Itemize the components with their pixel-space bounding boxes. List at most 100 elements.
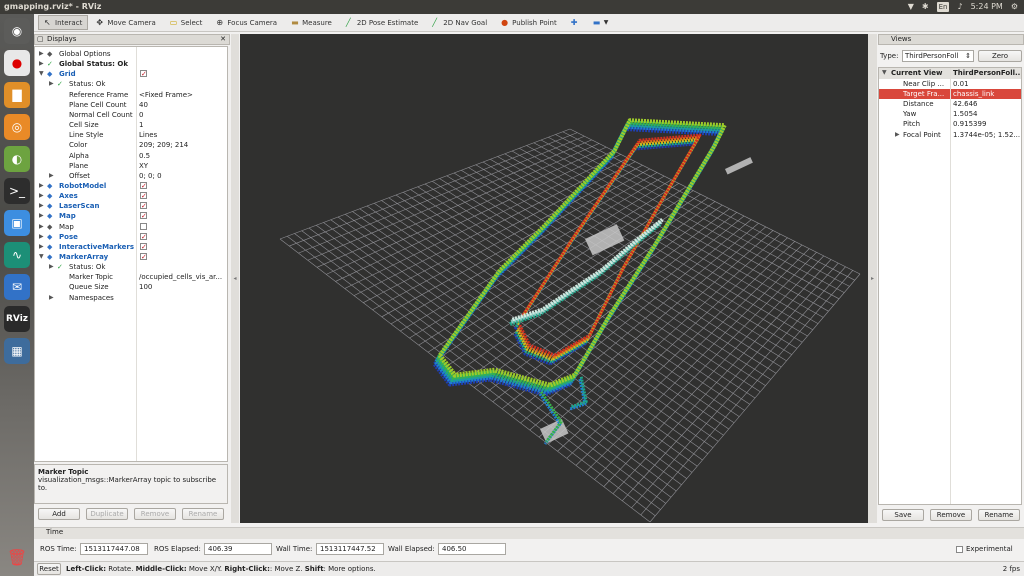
view-property-value[interactable]: 0.01 [953, 79, 969, 89]
system-monitor-icon[interactable]: ∿ [4, 242, 30, 268]
display-row-value[interactable]: 209; 209; 214 [139, 140, 188, 150]
views-tree[interactable]: ▼ Current View ThirdPersonFoll... Near Clip… [878, 67, 1022, 505]
display-row-value[interactable]: /occupied_cells_vis_ar... [139, 272, 222, 282]
expand-right-icon[interactable]: ▶ [895, 130, 900, 140]
view-property-value[interactable]: 1.5054 [953, 109, 978, 119]
duplicate-display-button[interactable]: Duplicate [86, 508, 128, 520]
float-icon[interactable]: ▢ [37, 35, 44, 44]
expand-right-icon[interactable]: ▶ [49, 79, 54, 89]
enable-checkbox[interactable]: ✓ [140, 253, 147, 261]
display-row[interactable]: ▶ ◆ RobotModel ✓ [35, 181, 227, 191]
expand-right-icon[interactable]: ▶ [39, 191, 44, 201]
display-row[interactable]: ▶ Offset 0; 0; 0 [35, 171, 227, 181]
expand-right-icon[interactable]: ▶ [39, 211, 44, 221]
camera-icon[interactable]: ◎ [4, 114, 30, 140]
display-row[interactable]: ▼ ◆ Grid ✓ [35, 69, 227, 79]
expand-down-icon[interactable]: ▼ [39, 69, 44, 79]
display-row[interactable]: Color 209; 209; 214 [35, 140, 227, 150]
power-icon[interactable]: ⚙ [1011, 0, 1018, 14]
ros-time-field[interactable]: 1513117447.08 [80, 543, 148, 555]
app-icon[interactable]: ▦ [4, 338, 30, 364]
display-row-value[interactable]: 0.5 [139, 151, 150, 161]
display-row[interactable]: ▶ ◆ Map [35, 222, 227, 232]
display-row[interactable]: ▶ ◆ Axes ✓ [35, 191, 227, 201]
display-row[interactable]: ▶ ✓ Global Status: Ok [35, 59, 227, 69]
tool-publish-point[interactable]: ● Publish Point [495, 15, 563, 30]
tool-select[interactable]: ▭ Select [164, 15, 209, 30]
experimental-checkbox[interactable] [956, 546, 963, 553]
tool-move-camera[interactable]: ✥ Move Camera [90, 15, 161, 30]
display-row-value[interactable]: 0; 0; 0 [139, 171, 162, 181]
display-row[interactable]: Marker Topic/occupied_cells_vis_ar... [35, 272, 227, 282]
display-row[interactable]: ▶ Namespaces [35, 293, 227, 303]
expand-right-icon[interactable]: ▶ [49, 171, 54, 181]
display-row[interactable]: ▶ ✓ Status: Ok [35, 262, 227, 272]
settings-toggle-icon[interactable]: ◐ [4, 146, 30, 172]
trash-icon[interactable]: 🗑 [4, 544, 30, 570]
display-row[interactable]: ▶ ◆ InteractiveMarkers ✓ [35, 242, 227, 252]
display-row-value[interactable]: <Fixed Frame> [139, 90, 193, 100]
enable-checkbox[interactable] [140, 222, 147, 230]
expand-right-icon[interactable]: ▶ [39, 49, 44, 59]
clock[interactable]: 5:24 PM [971, 0, 1003, 14]
display-row[interactable]: ▶ ◆ Map ✓ [35, 211, 227, 221]
display-row[interactable]: Line Style Lines [35, 130, 227, 140]
display-row[interactable]: Queue Size 100 [35, 282, 227, 292]
wall-elapsed-field[interactable]: 406.50 [438, 543, 506, 555]
view-property-value[interactable]: 1.3744e-05; 1.52... [953, 130, 1020, 140]
tool-2d-nav-goal[interactable]: ╱ 2D Nav Goal [426, 15, 493, 30]
rename-view-button[interactable]: Rename [978, 509, 1020, 521]
expand-down-icon[interactable]: ▼ [882, 68, 887, 78]
wifi-icon[interactable]: ▼ [908, 0, 914, 14]
display-row[interactable]: Plane XY [35, 161, 227, 171]
expand-right-icon[interactable]: ▶ [49, 262, 54, 272]
files-icon[interactable]: ▇ [4, 82, 30, 108]
right-splitter[interactable]: ▸ [868, 34, 877, 523]
display-row-value[interactable]: 40 [139, 100, 148, 110]
display-row-value[interactable]: 0 [139, 110, 143, 120]
mail-icon[interactable]: ✉ [4, 274, 30, 300]
expand-right-icon[interactable]: ▶ [39, 59, 44, 69]
tool-2d-pose-estimate[interactable]: ╱ 2D Pose Estimate [340, 15, 424, 30]
terminal-icon[interactable]: >_ [4, 178, 30, 204]
enable-checkbox[interactable]: ✓ [140, 232, 147, 240]
expand-down-icon[interactable]: ▼ [39, 252, 44, 262]
add-display-button[interactable]: Add [38, 508, 80, 520]
display-row[interactable]: Alpha 0.5 [35, 151, 227, 161]
display-row[interactable]: Reference Frame <Fixed Frame> [35, 90, 227, 100]
display-row[interactable]: Normal Cell Count 0 [35, 110, 227, 120]
3d-render-viewport[interactable] [240, 34, 868, 523]
enable-checkbox[interactable]: ✓ [140, 181, 147, 189]
column-divider[interactable] [136, 47, 137, 461]
display-row[interactable]: ▶ ◆ Pose ✓ [35, 232, 227, 242]
display-row[interactable]: ▶ ◆ LaserScan ✓ [35, 201, 227, 211]
display-row-value[interactable]: 100 [139, 282, 152, 292]
display-row-value[interactable]: 1 [139, 120, 143, 130]
close-icon[interactable]: ✕ [220, 35, 226, 44]
display-row-value[interactable]: Lines [139, 130, 157, 140]
enable-checkbox[interactable]: ✓ [140, 202, 147, 210]
remote-desktop-icon[interactable]: ▣ [4, 210, 30, 236]
expand-right-icon[interactable]: ▶ [39, 201, 44, 211]
expand-right-icon[interactable]: ▶ [39, 232, 44, 242]
ubuntu-logo-icon[interactable]: ◉ [4, 18, 30, 44]
tool-interact[interactable]: ↖ Interact [38, 15, 89, 30]
expand-right-icon[interactable]: ▶ [39, 242, 44, 252]
bluetooth-icon[interactable]: ✱ [922, 0, 929, 14]
expand-right-icon[interactable]: ▶ [39, 222, 44, 232]
add-tool-button[interactable]: ✚ [565, 15, 585, 30]
view-property-value[interactable]: 0.915399 [953, 119, 986, 129]
enable-checkbox[interactable]: ✓ [140, 212, 147, 220]
display-row-value[interactable]: XY [139, 161, 148, 171]
remove-view-button[interactable]: Remove [930, 509, 972, 521]
display-row[interactable]: ▶ ✓ Status: Ok [35, 79, 227, 89]
displays-tree[interactable]: ▶ ◆ Global Options ▶ ✓ Global Status: Ok ▼ ◆ Gri… [34, 46, 228, 462]
remove-tool-button[interactable]: ▬ ▼ [587, 15, 615, 30]
enable-checkbox[interactable]: ✓ [140, 242, 147, 250]
display-row[interactable]: Cell Size 1 [35, 120, 227, 130]
column-divider[interactable] [950, 68, 951, 504]
save-view-button[interactable]: Save [882, 509, 924, 521]
tool-measure[interactable]: ▬ Measure [285, 15, 338, 30]
zero-button[interactable]: Zero [978, 50, 1022, 62]
expand-right-icon[interactable]: ▶ [39, 181, 44, 191]
